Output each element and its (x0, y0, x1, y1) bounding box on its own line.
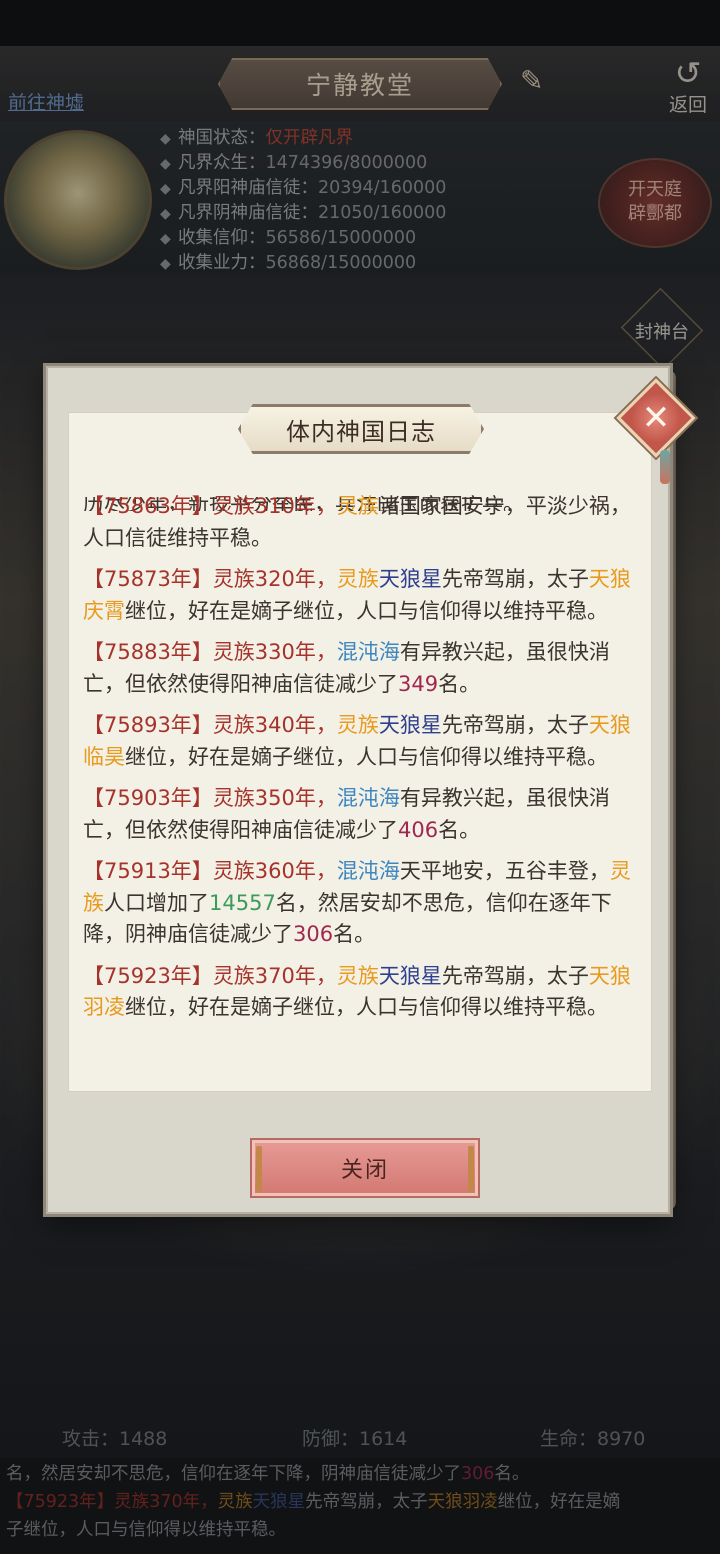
button-cap-right (468, 1146, 474, 1192)
close-button-label: 关闭 (340, 1158, 389, 1183)
log-entry-segment: 人口增加了 (104, 890, 209, 915)
log-entry-segment: 天狼星 (378, 567, 442, 591)
log-entry-segment: 406 (398, 817, 439, 842)
log-entry-segment: 灵族370年， (212, 963, 337, 988)
kingdom-log-dialog: 历尽少年，新投平分举民，兵注国主而获扩兵。 【75863年】灵族310年，灵族诸… (46, 366, 696, 1214)
log-entry: 【75873年】灵族320年，灵族天狼星先帝驾崩，太子天狼庆霄继位，好在是嫡子继… (83, 564, 649, 627)
log-entry: 【75883年】灵族330年，混沌海有异教兴起，虽很快消亡，但依然使得阳神庙信徒… (83, 637, 649, 700)
log-entry: 【75863年】灵族310年，灵族诸国家国安宁，平淡少祸，人口信徒维持平稳。 (83, 491, 649, 554)
log-entry-segment: 天平地安，五谷丰登， (399, 859, 610, 883)
log-entry-segment: 天狼星 (378, 713, 442, 737)
log-entry-segment: 灵族 (336, 963, 379, 988)
log-entry: 【75913年】灵族360年，混沌海天平地安，五谷丰登，灵族人口增加了14557… (83, 856, 649, 951)
log-entry-segment: 名。 (438, 671, 481, 696)
log-entry-segment: 14557 (209, 890, 276, 915)
log-entry-segment: 继位，好在是嫡子继位，人口与信仰得以维持平稳。 (125, 995, 608, 1019)
log-entry-segment: 灵族350年， (212, 786, 337, 810)
close-button[interactable]: 关闭 (250, 1138, 480, 1198)
log-entry-segment: 先帝驾崩，太子 (441, 567, 589, 591)
log-entry-segment: 先帝驾崩，太子 (441, 713, 589, 737)
log-entry: 【75903年】灵族350年，混沌海有异教兴起，虽很快消亡，但依然使得阳神庙信徒… (83, 783, 649, 846)
log-entry-segment: 先帝驾崩，太子 (441, 963, 589, 988)
tassel-ornament (660, 450, 670, 484)
log-entry-year: 【75873年】 (83, 567, 213, 591)
dialog-title: 体内神国日志 (286, 417, 436, 446)
log-entry-segment: 名。 (333, 922, 376, 946)
log-entry-segment: 灵族320年， (212, 567, 337, 591)
log-entry-year: 【75903年】 (83, 786, 213, 810)
log-entry-segment: 灵族 (336, 494, 379, 518)
log-entry-year: 【75893年】 (83, 713, 213, 737)
log-list: 【75863年】灵族310年，灵族诸国家国安宁，平淡少祸，人口信徒维持平稳。 【7… (83, 491, 649, 1034)
log-entry-segment: 灵族340年， (212, 713, 337, 737)
button-cap-left (256, 1146, 262, 1192)
log-entry-segment: 天狼星 (378, 963, 442, 988)
log-entry-segment: 继位，好在是嫡子继位，人口与信仰得以维持平稳。 (125, 598, 608, 623)
log-entry-segment: 名。 (438, 817, 481, 842)
dialog-title-plate: 体内神国日志 (238, 404, 484, 454)
log-entry-segment: 混沌海 (336, 859, 400, 883)
log-entry-year: 【75923年】 (83, 963, 213, 988)
log-entry-year: 【75913年】 (83, 859, 213, 883)
log-entry-segment: 灵族 (336, 713, 379, 737)
log-scroll-area[interactable]: 历尽少年，新投平分举民，兵注国主而获扩兵。 【75863年】灵族310年，灵族诸… (68, 412, 652, 1092)
log-entry-segment: 继位，好在是嫡子继位，人口与信仰得以维持平稳。 (125, 744, 608, 769)
log-entry-segment: 混沌海 (336, 786, 400, 810)
log-entry-year: 【75863年】 (83, 494, 213, 518)
log-entry-segment: 灵族 (336, 567, 379, 591)
log-entry-year: 【75883年】 (83, 640, 213, 664)
log-entry-segment: 混沌海 (336, 640, 400, 664)
log-entry: 【75893年】灵族340年，灵族天狼星先帝驾崩，太子天狼临昊继位，好在是嫡子继… (83, 710, 649, 773)
log-entry: 【75923年】灵族370年，灵族天狼星先帝驾崩，太子天狼羽凌继位，好在是嫡子继… (83, 961, 649, 1024)
log-entry-segment: 349 (398, 671, 439, 696)
log-entry-segment: 306 (293, 922, 334, 946)
log-entry-segment: 灵族310年， (212, 494, 337, 518)
log-entry-segment: 灵族360年， (212, 859, 337, 883)
log-entry-segment: 灵族330年， (212, 640, 337, 664)
